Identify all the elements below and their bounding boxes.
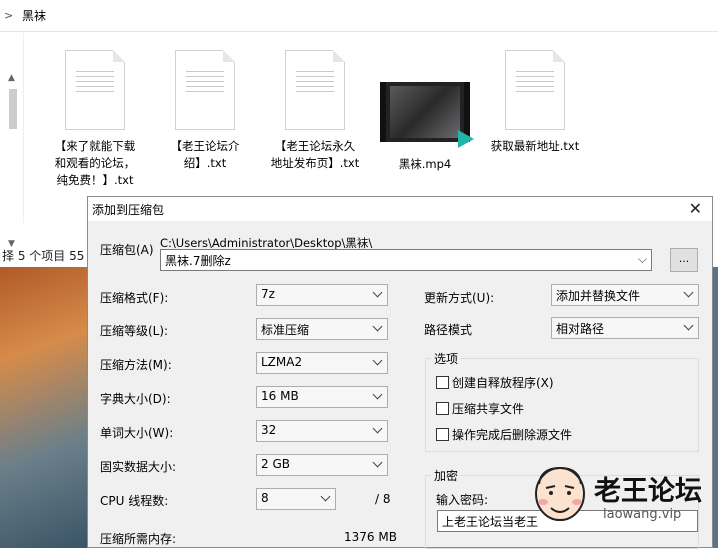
txt-file-icon [175,50,235,130]
path-mode-select[interactable]: 相对路径 [551,317,699,339]
chevron-down-icon [684,321,694,331]
solid-size-select[interactable]: 2 GB [256,454,388,476]
video-thumbnail-icon [380,82,474,148]
checkbox-label: 压缩共享文件 [452,402,525,416]
navigation-pane: ▲ ▼ [0,33,24,249]
txt-file-icon [505,50,565,130]
memory-label: 压缩所需内存: [100,532,177,546]
method-select[interactable]: LZMA2 [256,352,388,374]
threads-max: / 8 [375,492,391,506]
archive-label: 压缩包(A) [100,243,154,257]
update-mode-value: 添加并替换文件 [556,289,641,303]
checkbox-label: 操作完成后删除源文件 [452,428,573,442]
checkbox-label: 创建自释放程序(X) [452,376,554,390]
scroll-thumb[interactable] [9,89,17,129]
file-item[interactable]: 【来了就能下载 和观看的论坛， 纯免费！】.txt [40,36,150,189]
address-bar[interactable]: > 黑袜 [0,0,718,32]
level-select[interactable]: 标准压缩 [256,318,388,340]
file-item[interactable]: 黑袜.mp4 [370,36,480,173]
archive-name-combo[interactable]: 黑袜.7删除z ⌵ [160,249,652,271]
path-mode-value: 相对路径 [556,322,605,336]
file-name: 【老王论坛介 绍】.txt [170,139,240,170]
file-name: 黑袜.mp4 [398,157,452,171]
dialog-title: 添加到压缩包 [92,202,165,217]
file-item[interactable]: 获取最新地址.txt [480,36,590,155]
solid-size-value: 2 GB [261,457,290,471]
browse-button[interactable]: ... [670,248,698,272]
chevron-down-icon [373,458,383,468]
create-sfx-checkbox[interactable]: 创建自释放程序(X) [436,374,554,391]
checkbox-box[interactable] [436,376,449,389]
status-bar: 择 5 个项目 55 [2,249,85,263]
checkbox-box[interactable] [436,428,449,441]
chevron-down-icon [684,288,694,298]
dictionary-select[interactable]: 16 MB [256,386,388,408]
file-list: 【来了就能下载 和观看的论坛， 纯免费！】.txt 【老王论坛介 绍】.txt 【老王… [40,36,640,196]
chevron-down-icon [321,492,331,502]
options-group-title: 选项 [431,350,462,367]
threads-value: 8 [261,491,269,505]
file-item[interactable]: 【老王论坛永久 地址发布页】.txt [260,36,370,172]
file-name: 获取最新地址.txt [490,139,580,153]
chevron-down-icon [373,322,383,332]
level-label: 压缩等级(L): [100,324,169,338]
compress-shared-checkbox[interactable]: 压缩共享文件 [436,400,524,417]
dictionary-value: 16 MB [261,389,299,403]
format-label: 压缩格式(F): [100,291,169,305]
level-value: 标准压缩 [261,323,310,337]
txt-file-icon [285,50,345,130]
word-size-label: 单词大小(W): [100,426,174,440]
chevron-down-icon [373,390,383,400]
scroll-up-icon[interactable]: ▲ [8,73,15,83]
chevron-down-icon [373,424,383,434]
checkbox-box[interactable] [436,402,449,415]
word-size-select[interactable]: 32 [256,420,388,442]
mascot-face-icon [535,466,585,521]
threads-label: CPU 线程数: [100,494,169,508]
word-size-value: 32 [261,423,277,437]
dialog-titlebar[interactable]: 添加到压缩包 ✕ [88,197,712,221]
watermark-title: 老王论坛 [594,476,702,507]
file-name: 【来了就能下载 和观看的论坛， 纯免费！】.txt [54,139,136,187]
chevron-down-icon [373,356,383,366]
update-mode-label: 更新方式(U): [424,291,495,305]
method-label: 压缩方法(M): [100,358,172,372]
format-value: 7z [261,287,275,301]
delete-after-checkbox[interactable]: 操作完成后删除源文件 [436,426,572,443]
memory-value: 1376 MB [344,530,397,544]
nav-scrollbar[interactable]: ▲ ▼ [6,73,20,253]
dictionary-label: 字典大小(D): [100,392,171,406]
password-value: 上老王论坛当老王 [442,515,539,529]
txt-file-icon [65,50,125,130]
file-name: 【老王论坛永久 地址发布页】.txt [270,139,360,170]
archive-name-value: 黑袜.7删除z [165,254,231,268]
solid-size-label: 固实数据大小: [100,460,177,474]
password-label: 输入密码: [436,493,489,507]
chevron-down-icon [373,288,383,298]
desktop-wallpaper [0,267,90,548]
play-icon [458,130,474,148]
threads-select[interactable]: 8 [256,488,336,510]
path-mode-label: 路径模式 [424,323,473,337]
chevron-down-icon[interactable]: ⌵ [638,252,647,267]
close-icon[interactable]: ✕ [689,199,702,218]
file-item[interactable]: 【老王论坛介 绍】.txt [150,36,260,172]
encryption-group-title: 加密 [431,467,462,484]
method-value: LZMA2 [261,355,303,369]
watermark-url: laowang.vip [603,507,682,522]
update-mode-select[interactable]: 添加并替换文件 [551,284,699,306]
format-select[interactable]: 7z [256,284,388,306]
breadcrumb[interactable]: 黑袜 [22,7,46,24]
chevron-right-icon[interactable]: > [4,9,18,22]
